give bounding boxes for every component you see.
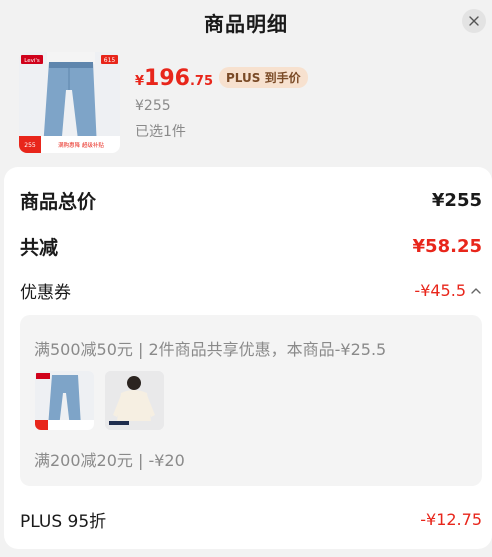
product-thumbnail[interactable]: Levi's 615 255 满购惠降 超级补贴 <box>19 52 120 153</box>
discount-label: 共减 <box>20 237 59 259</box>
coupon-label: 优惠券 <box>20 283 71 303</box>
close-button[interactable] <box>462 9 486 33</box>
page-title: 商品明细 <box>204 11 288 36</box>
coupon-rule: 满500减50元 | 2件商品共享优惠，本商品-¥25.5 <box>34 340 387 359</box>
coupon-product-sweater[interactable] <box>105 371 164 430</box>
coupon-rule: 满200减20元 | -¥20 <box>34 451 185 470</box>
total-value: ¥255 <box>431 190 482 211</box>
sweater-image <box>105 371 164 430</box>
product-summary: Levi's 615 255 满购惠降 超级补贴 ¥196.75 PLUS 到手… <box>0 44 492 162</box>
current-price: ¥196.75 <box>135 66 214 91</box>
svg-text:满购惠降 超级补贴: 满购惠降 超级补贴 <box>58 141 104 149</box>
price-breakdown-card: 商品总价 ¥255 共减 ¥58.25 优惠券 -¥45.5 满500减50元 … <box>4 167 492 549</box>
sheet-header: 商品明细 <box>0 0 492 44</box>
discount-value: ¥58.25 <box>412 236 482 257</box>
plus-discount-value: -¥12.75 <box>420 510 482 529</box>
jeans-image <box>35 371 94 430</box>
total-label: 商品总价 <box>20 191 97 213</box>
plus-discount-row: PLUS 95折 -¥12.75 <box>20 507 482 532</box>
original-price: ¥255 <box>135 98 171 114</box>
svg-text:615: 615 <box>104 57 116 64</box>
total-row: 商品总价 ¥255 <box>20 187 482 214</box>
plus-price: ¥196.75 PLUS 到手价 <box>135 66 308 91</box>
chevron-up-icon <box>471 287 481 294</box>
plus-price-tag: PLUS 到手价 <box>219 67 308 88</box>
close-icon <box>469 16 479 26</box>
coupon-details: 满500减50元 | 2件商品共享优惠，本商品-¥25.5 满200减20元 |… <box>20 315 482 486</box>
coupon-row[interactable]: 优惠券 -¥45.5 <box>20 278 482 303</box>
coupon-toggle[interactable]: -¥45.5 <box>414 281 482 300</box>
jeans-image: Levi's 615 255 满购惠降 超级补贴 <box>19 52 120 153</box>
selected-count: 已选1件 <box>135 124 186 140</box>
svg-text:255: 255 <box>24 142 36 149</box>
coupon-product-jeans[interactable] <box>35 371 94 430</box>
svg-text:Levi's: Levi's <box>24 58 40 64</box>
coupon-value: -¥45.5 <box>414 281 466 300</box>
plus-discount-label: PLUS 95折 <box>20 512 107 532</box>
discount-row: 共减 ¥58.25 <box>20 233 482 260</box>
